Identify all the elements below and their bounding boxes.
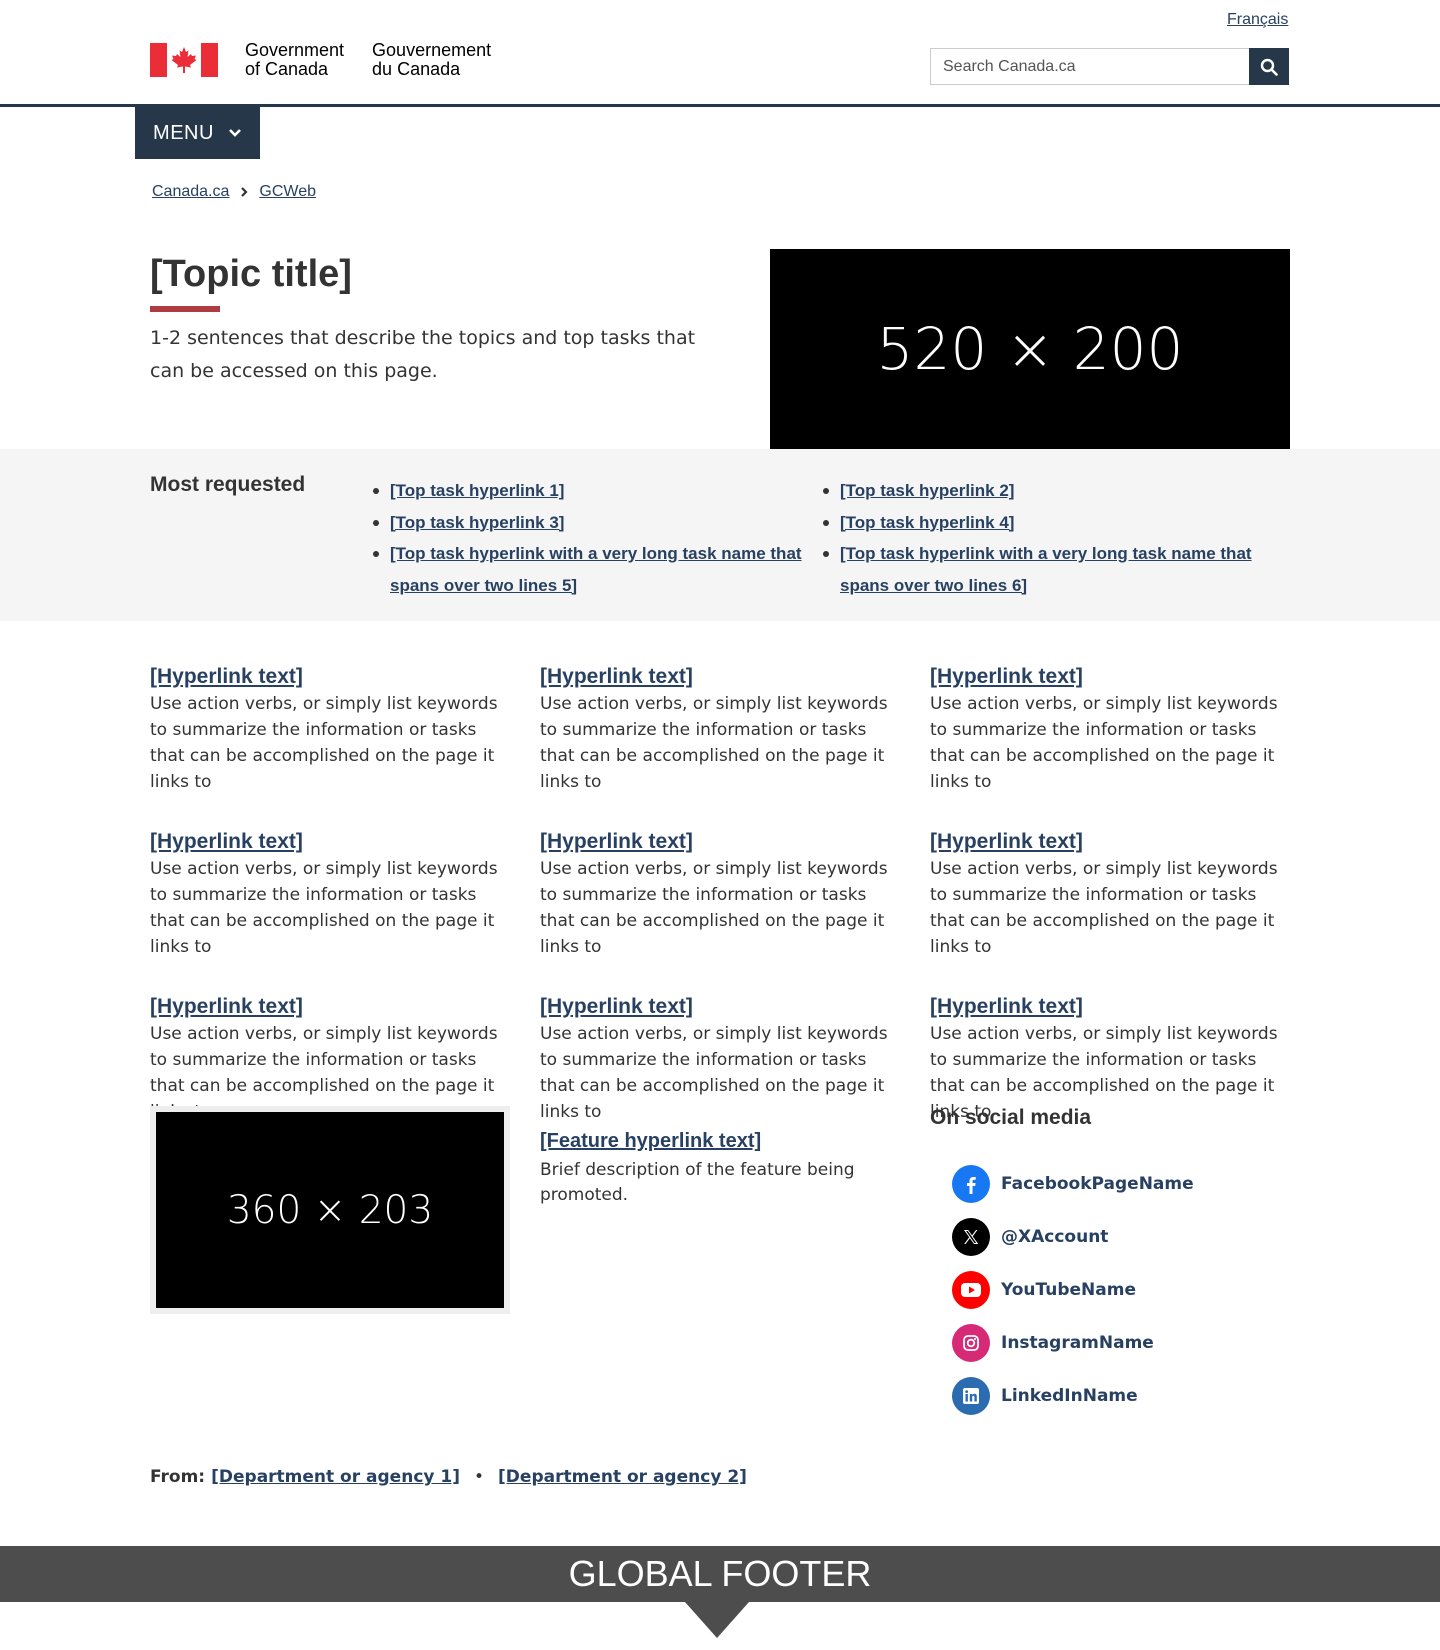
top-task-link[interactable]: [Top task hyperlink with a very long tas… — [840, 544, 1252, 595]
global-footer-banner: GLOBAL FOOTER — [0, 1546, 1440, 1602]
breadcrumb-link-gcweb[interactable]: GCWeb — [259, 183, 316, 201]
feature-image-placeholder: 360 × 203 — [156, 1112, 504, 1308]
bullet-separator: • — [474, 1467, 485, 1487]
topic-card-description: Use action verbs, or simply list keyword… — [930, 694, 1278, 792]
topic-card-link[interactable]: [Hyperlink text] — [150, 664, 510, 690]
language-toggle-link[interactable]: Français — [1227, 11, 1288, 29]
canada-flag-icon — [150, 43, 218, 77]
social-media-heading: On social media — [930, 1106, 1092, 1129]
list-item: [Top task hyperlink 2] — [823, 475, 1260, 507]
hero-image-placeholder: 520 × 200 — [770, 249, 1290, 449]
list-item: [Top task hyperlink 3] — [373, 507, 810, 539]
feature-link[interactable]: [Feature hyperlink text] — [540, 1130, 761, 1153]
social-item-x[interactable]: @XAccount — [952, 1210, 1194, 1263]
search-icon — [1260, 58, 1278, 76]
topic-card-description: Use action verbs, or simply list keyword… — [540, 1024, 888, 1122]
chevron-down-icon — [228, 128, 242, 138]
department-link-1[interactable]: [Department or agency 1] — [211, 1467, 460, 1487]
top-task-link[interactable]: [Top task hyperlink 1] — [390, 481, 564, 500]
page-lead-text: 1-2 sentences that describe the topics a… — [150, 327, 696, 382]
topic-card-link[interactable]: [Hyperlink text] — [150, 994, 510, 1020]
social-item-youtube[interactable]: YouTubeName — [952, 1263, 1194, 1316]
list-item: [Top task hyperlink 4] — [823, 507, 1260, 539]
social-item-facebook[interactable]: FacebookPageName — [952, 1157, 1194, 1210]
global-footer-label: GLOBAL FOOTER — [568, 1553, 872, 1594]
linkedin-icon — [952, 1376, 990, 1415]
list-item: [Top task hyperlink 1] — [373, 475, 810, 507]
topic-card-link[interactable]: [Hyperlink text] — [930, 829, 1290, 855]
government-of-canada-signature[interactable]: Government of Canada Gouvernement du Can… — [150, 41, 491, 79]
title-underline — [150, 306, 220, 312]
page-title: [Topic title] — [150, 253, 352, 295]
social-link-instagram[interactable]: InstagramName — [1001, 1333, 1154, 1353]
topic-card: [Hyperlink text] Use action verbs, or sim… — [150, 664, 510, 795]
topic-card: [Hyperlink text] Use action verbs, or sim… — [930, 829, 1290, 960]
topic-card-description: Use action verbs, or simply list keyword… — [540, 859, 888, 957]
from-label: From: — [150, 1467, 206, 1487]
topic-card-link[interactable]: [Hyperlink text] — [930, 664, 1290, 690]
top-task-link[interactable]: [Top task hyperlink 2] — [840, 481, 1014, 500]
feature-description: Brief description of the feature being p… — [540, 1160, 855, 1205]
top-task-link[interactable]: [Top task hyperlink with a very long tas… — [390, 544, 802, 595]
facebook-icon — [952, 1164, 990, 1203]
social-item-instagram[interactable]: InstagramName — [952, 1316, 1194, 1369]
x-icon — [952, 1217, 990, 1256]
page-owner-attribution: From: [Department or agency 1] • [Depart… — [150, 1467, 747, 1487]
topic-link-grid: [Hyperlink text] Use action verbs, or sim… — [150, 664, 1290, 1125]
topic-card-link[interactable]: [Hyperlink text] — [540, 994, 900, 1020]
topic-card: [Hyperlink text] Use action verbs, or sim… — [540, 829, 900, 960]
topic-card-link[interactable]: [Hyperlink text] — [930, 994, 1290, 1020]
department-link-2[interactable]: [Department or agency 2] — [498, 1467, 747, 1487]
brand-text-english: Government of Canada — [245, 40, 345, 79]
top-task-link[interactable]: [Top task hyperlink 3] — [390, 513, 564, 532]
instagram-icon — [952, 1323, 990, 1362]
topic-card: [Hyperlink text] Use action verbs, or sim… — [150, 829, 510, 960]
menu-button[interactable]: MENU — [135, 107, 260, 159]
brand-text-french: Gouvernement du Canada — [372, 40, 492, 79]
topic-card-link[interactable]: [Hyperlink text] — [540, 664, 900, 690]
topic-card-description: Use action verbs, or simply list keyword… — [540, 694, 888, 792]
arrow-down-icon — [685, 1602, 749, 1638]
social-link-facebook[interactable]: FacebookPageName — [1001, 1174, 1194, 1194]
topic-card-description: Use action verbs, or simply list keyword… — [150, 694, 498, 792]
social-link-linkedin[interactable]: LinkedInName — [1001, 1386, 1138, 1406]
most-requested-heading: Most requested — [150, 473, 306, 496]
topic-card-link[interactable]: [Hyperlink text] — [150, 829, 510, 855]
search-button[interactable] — [1249, 48, 1289, 85]
feature-image-frame: 360 × 203 — [150, 1106, 510, 1314]
search-input[interactable]: Search Canada.ca — [930, 48, 1249, 85]
menu-label: MENU — [153, 121, 214, 144]
site-search: Search Canada.ca — [930, 48, 1289, 85]
topic-card-description: Use action verbs, or simply list keyword… — [930, 859, 1278, 957]
youtube-icon — [952, 1270, 990, 1309]
topic-card: [Hyperlink text] Use action verbs, or sim… — [930, 664, 1290, 795]
top-task-link[interactable]: [Top task hyperlink 4] — [840, 513, 1014, 532]
list-item: [Top task hyperlink with a very long tas… — [373, 538, 810, 601]
topic-card: [Hyperlink text] Use action verbs, or sim… — [540, 664, 900, 795]
social-link-x[interactable]: @XAccount — [1001, 1227, 1108, 1247]
topic-card-link[interactable]: [Hyperlink text] — [540, 829, 900, 855]
breadcrumb-link-canada[interactable]: Canada.ca — [152, 183, 229, 201]
breadcrumb: Canada.ca GCWeb — [152, 183, 316, 201]
chevron-right-icon — [240, 186, 248, 198]
social-item-linkedin[interactable]: LinkedInName — [952, 1369, 1194, 1422]
social-media-list: FacebookPageName @XAccount YouTubeName I… — [952, 1157, 1194, 1422]
topic-card: [Hyperlink text] Use action verbs, or sim… — [540, 994, 900, 1125]
most-requested-section: Most requested [Top task hyperlink 1] [T… — [0, 449, 1440, 621]
top-task-list-left: [Top task hyperlink 1] [Top task hyperli… — [373, 475, 810, 601]
list-item: [Top task hyperlink with a very long tas… — [823, 538, 1260, 601]
social-link-youtube[interactable]: YouTubeName — [1001, 1280, 1136, 1300]
topic-card-description: Use action verbs, or simply list keyword… — [150, 859, 498, 957]
top-task-list-right: [Top task hyperlink 2] [Top task hyperli… — [823, 475, 1260, 601]
